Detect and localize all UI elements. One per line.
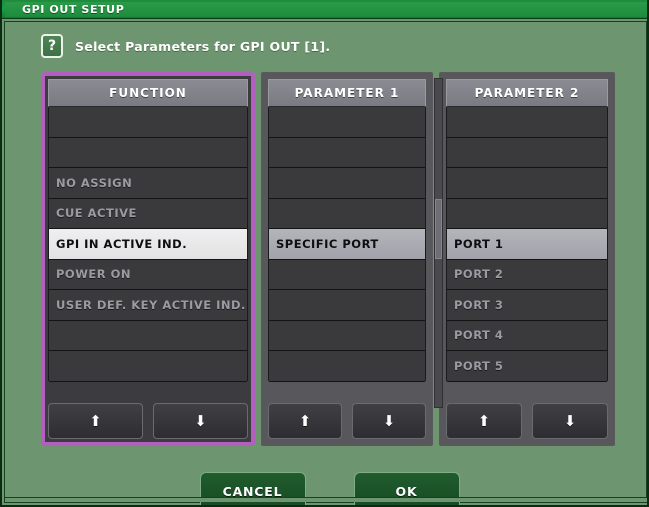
vertical-scrollbar-track[interactable] (434, 78, 443, 408)
nudge-row-function: ⬆ ⬇ (48, 403, 248, 439)
list-row[interactable]: PORT 2 (447, 259, 607, 290)
column-header-parameter-1: PARAMETER 1 (268, 79, 426, 107)
column-parameter-2: PARAMETER 2 PORT 1 PORT 2 PORT 3 PORT 4 PORT … (439, 72, 615, 446)
scroll-up-button-function[interactable]: ⬆ (48, 403, 143, 439)
window-title-bar: GPI OUT SETUP (2, 0, 647, 19)
column-header-function: FUNCTION (48, 79, 248, 107)
list-row[interactable]: USER DEF. KEY ACTIVE IND. (49, 290, 247, 321)
list-row[interactable]: PORT 1 (447, 229, 607, 260)
column-header-parameter-2: PARAMETER 2 (446, 79, 608, 107)
bottom-divider (5, 497, 647, 502)
list-row[interactable]: POWER ON (49, 259, 247, 290)
list-row-empty[interactable] (447, 137, 607, 168)
list-row-empty[interactable] (49, 320, 247, 351)
list-row-empty[interactable] (269, 320, 425, 351)
list-row-empty[interactable] (447, 107, 607, 138)
list-row-empty[interactable] (269, 137, 425, 168)
scroll-up-button-parameter-2[interactable]: ⬆ (446, 403, 522, 439)
list-row[interactable]: SPECIFIC PORT (269, 229, 425, 260)
question-mark-icon: ? (41, 34, 63, 58)
list-row-empty[interactable] (269, 259, 425, 290)
dialog-body: ? Select Parameters for GPI OUT [1]. FUN… (4, 21, 647, 505)
window-title: GPI OUT SETUP (22, 3, 125, 16)
arrow-down-icon: ⬇ (563, 411, 577, 430)
nudge-row-parameter-1: ⬆ ⬇ (268, 403, 426, 439)
gpi-out-setup-screen: GPI OUT SETUP ? Select Parameters for GP… (0, 0, 649, 507)
list-row-empty[interactable] (269, 351, 425, 382)
arrow-down-icon: ⬇ (194, 411, 207, 430)
arrow-up-icon: ⬆ (298, 411, 312, 430)
help-message: Select Parameters for GPI OUT [1]. (75, 38, 331, 54)
scroll-up-button-parameter-1[interactable]: ⬆ (268, 403, 342, 439)
scroll-down-button-parameter-2[interactable]: ⬇ (532, 403, 608, 439)
column-panel-parameter-2: PARAMETER 2 PORT 1 PORT 2 PORT 3 PORT 4 PORT … (446, 79, 608, 439)
list-row-empty[interactable] (269, 168, 425, 199)
list-row-empty[interactable] (269, 198, 425, 229)
column-panel-parameter-1: PARAMETER 1 SPECIFIC PORT ⬆ ⬇ (268, 79, 426, 439)
nudge-row-parameter-2: ⬆ ⬇ (446, 403, 608, 439)
scroll-down-button-parameter-1[interactable]: ⬇ (352, 403, 426, 439)
list-row[interactable]: PORT 5 (447, 351, 607, 382)
list-function[interactable]: NO ASSIGN CUE ACTIVE GPI IN ACTIVE IND. POW… (48, 107, 248, 382)
list-row[interactable]: NO ASSIGN (49, 168, 247, 199)
vertical-scrollbar-thumb[interactable] (435, 199, 442, 259)
list-row-empty[interactable] (447, 168, 607, 199)
list-row-empty[interactable] (49, 107, 247, 138)
list-row[interactable]: PORT 3 (447, 290, 607, 321)
column-parameter-1: PARAMETER 1 SPECIFIC PORT ⬆ ⬇ (261, 72, 433, 446)
list-parameter-1[interactable]: SPECIFIC PORT (268, 107, 426, 382)
list-row[interactable]: GPI IN ACTIVE IND. (49, 229, 247, 260)
list-parameter-2[interactable]: PORT 1 PORT 2 PORT 3 PORT 4 PORT 5 (446, 107, 608, 382)
arrow-up-icon: ⬆ (477, 411, 491, 430)
list-row-empty[interactable] (49, 351, 247, 382)
list-row-empty[interactable] (447, 198, 607, 229)
arrow-up-icon: ⬆ (89, 411, 102, 430)
list-row-empty[interactable] (269, 107, 425, 138)
help-row: ? Select Parameters for GPI OUT [1]. (41, 34, 330, 58)
list-row[interactable]: CUE ACTIVE (49, 198, 247, 229)
list-row-empty[interactable] (269, 290, 425, 321)
column-function: FUNCTION NO ASSIGN CUE ACTIVE GPI IN ACTIVE… (41, 72, 255, 446)
list-row-empty[interactable] (49, 137, 247, 168)
scroll-down-button-function[interactable]: ⬇ (153, 403, 248, 439)
column-panel-function: FUNCTION NO ASSIGN CUE ACTIVE GPI IN ACTIVE… (48, 79, 248, 439)
arrow-down-icon: ⬇ (382, 411, 396, 430)
list-row[interactable]: PORT 4 (447, 320, 607, 351)
